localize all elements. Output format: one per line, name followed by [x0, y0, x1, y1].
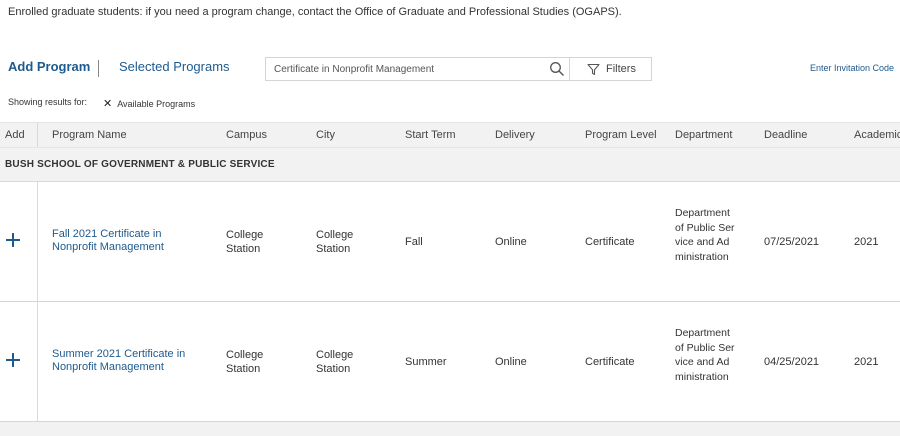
department-cell: Department of Public Service and Adminis…: [675, 327, 735, 383]
start-term-cell: Fall: [405, 236, 423, 248]
header-divider: [37, 123, 38, 148]
close-icon[interactable]: ✕: [103, 98, 112, 110]
filter-icon: [587, 63, 600, 76]
plus-icon[interactable]: [6, 232, 22, 248]
header-department[interactable]: Department: [675, 129, 732, 141]
table-row: Summer 2021 Certificate in Nonprofit Man…: [0, 302, 900, 422]
deadline-cell: 07/25/2021: [764, 236, 820, 248]
header-add: Add: [5, 129, 25, 141]
tab-divider: [98, 60, 99, 77]
tab-selected-programs[interactable]: Selected Programs: [119, 59, 230, 74]
program-name-link[interactable]: Fall 2021 Certificate in Nonprofit Manag…: [52, 228, 202, 254]
delivery-cell: Online: [495, 356, 527, 368]
header-academic[interactable]: Academic: [854, 129, 900, 141]
table-header: Add Program Name Campus City Start Term …: [0, 122, 900, 148]
search-input[interactable]: [266, 58, 536, 80]
table-footer-strip: [0, 422, 900, 436]
academic-cell: 2021: [854, 236, 879, 248]
header-deadline[interactable]: Deadline: [764, 129, 807, 141]
header-start-term[interactable]: Start Term: [405, 129, 456, 141]
program-change-notice: Enrolled graduate students: if you need …: [8, 6, 622, 18]
campus-cell: College Station: [226, 349, 264, 375]
toolbar: Add Program Selected Programs Filters En…: [0, 56, 900, 84]
plus-icon[interactable]: [6, 352, 22, 368]
filter-chip: ✕ Available Programs: [103, 97, 195, 110]
campus-cell: College Station: [226, 229, 264, 255]
search-box: [265, 57, 570, 81]
delivery-cell: Online: [495, 236, 527, 248]
program-name-link[interactable]: Summer 2021 Certificate in Nonprofit Man…: [52, 348, 202, 374]
results-label: Showing results for:: [8, 97, 88, 107]
start-term-cell: Summer: [405, 356, 447, 368]
table-row: Fall 2021 Certificate in Nonprofit Manag…: [0, 182, 900, 302]
filters-button[interactable]: Filters: [569, 57, 652, 81]
program-level-cell: Certificate: [585, 236, 635, 248]
header-program-level[interactable]: Program Level: [585, 129, 657, 141]
results-summary: Showing results for: ✕ Available Programs: [8, 97, 195, 110]
tab-add-program[interactable]: Add Program: [8, 59, 90, 74]
row-divider: [37, 182, 38, 301]
enter-invitation-code-link[interactable]: Enter Invitation Code: [810, 63, 894, 73]
header-city[interactable]: City: [316, 129, 335, 141]
header-program-name[interactable]: Program Name: [52, 129, 127, 141]
filter-chip-label: Available Programs: [117, 99, 196, 109]
program-level-cell: Certificate: [585, 356, 635, 368]
header-campus[interactable]: Campus: [226, 129, 267, 141]
row-divider: [37, 302, 38, 421]
group-label: BUSH SCHOOL OF GOVERNMENT & PUBLIC SERVI…: [5, 159, 275, 170]
header-delivery[interactable]: Delivery: [495, 129, 535, 141]
search-icon[interactable]: [549, 61, 567, 79]
programs-table: Add Program Name Campus City Start Term …: [0, 122, 900, 422]
city-cell: College Station: [316, 229, 354, 255]
department-cell: Department of Public Service and Adminis…: [675, 207, 735, 263]
city-cell: College Station: [316, 349, 354, 375]
deadline-cell: 04/25/2021: [764, 356, 820, 368]
group-header: BUSH SCHOOL OF GOVERNMENT & PUBLIC SERVI…: [0, 147, 900, 182]
academic-cell: 2021: [854, 356, 879, 368]
filters-label: Filters: [606, 63, 636, 75]
